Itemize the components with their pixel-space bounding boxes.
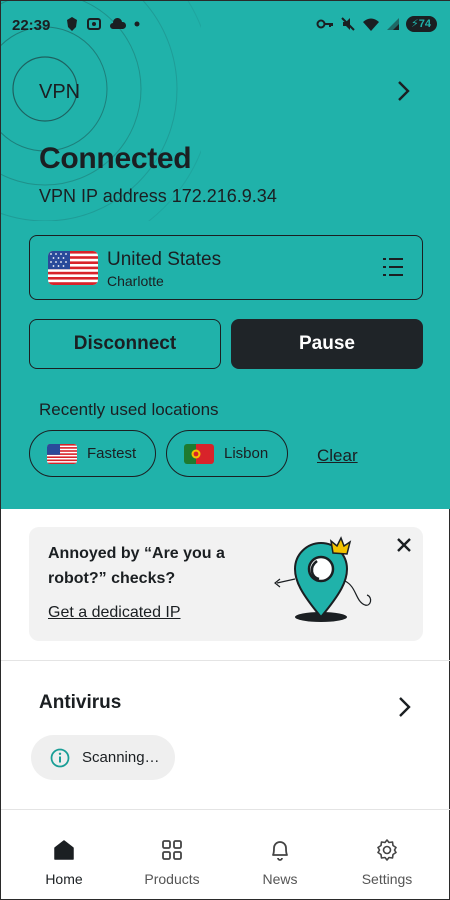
nav-item-news[interactable]: News	[224, 810, 336, 900]
location-city: Charlotte	[107, 273, 164, 289]
location-country: United States	[107, 249, 222, 270]
nav-label: Home	[45, 871, 83, 887]
chip-label: Fastest	[87, 445, 137, 462]
disconnect-button[interactable]: Disconnect	[29, 319, 221, 369]
battery-icon: ⚡74	[406, 16, 437, 32]
status-bar: 22:39 ⚡74	[1, 13, 450, 39]
vpn-ip-address: VPN IP address 172.216.9.34	[39, 186, 277, 206]
bell-icon	[272, 841, 288, 861]
cloud-icon	[110, 17, 127, 29]
battery-level: 74	[418, 18, 431, 30]
key-icon	[316, 19, 334, 29]
nav-label: Products	[144, 871, 200, 887]
nav-item-products[interactable]: Products	[116, 810, 228, 900]
connection-status: Connected	[39, 142, 192, 175]
pause-button[interactable]: Pause	[231, 319, 423, 369]
signal-icon	[387, 18, 400, 30]
section-divider	[1, 660, 450, 661]
status-time: 22:39	[12, 17, 51, 34]
portugal-flag-icon	[184, 443, 214, 464]
bottom-navigation: Home Products News Settings	[1, 810, 450, 900]
antivirus-title: Antivirus	[39, 692, 122, 713]
antivirus-status-badge: Scanning…	[31, 735, 175, 780]
us-flag-icon	[48, 251, 98, 285]
chip-label: Lisbon	[224, 445, 269, 462]
info-icon	[50, 748, 70, 767]
scan-status-text: Scanning…	[82, 749, 160, 766]
us-flag-icon	[47, 443, 77, 464]
shield-icon	[67, 17, 77, 31]
dedicated-ip-link[interactable]: Get a dedicated IP	[48, 604, 181, 622]
chevron-right-icon[interactable]	[391, 79, 415, 103]
chevron-right-icon[interactable]	[392, 695, 416, 719]
recent-location-fastest[interactable]: Fastest	[29, 430, 156, 477]
wifi-icon	[363, 18, 380, 31]
promo-text: Annoyed by “Are you a robot?” checks?	[48, 545, 225, 587]
location-pin-illustration	[274, 536, 372, 622]
mute-icon	[341, 17, 355, 31]
page-title: VPN	[39, 81, 81, 103]
list-icon[interactable]	[382, 257, 404, 277]
clear-recent-link[interactable]: Clear	[317, 446, 358, 466]
close-icon[interactable]	[396, 537, 412, 553]
home-icon	[54, 840, 74, 860]
grid-icon	[162, 840, 182, 860]
dot-icon	[134, 21, 140, 27]
gear-icon	[377, 839, 397, 861]
nav-item-settings[interactable]: Settings	[331, 810, 443, 900]
vpn-hero-panel: 22:39 ⚡74 VPN Connected VPN IP address 1…	[1, 1, 450, 509]
nav-label: Settings	[361, 871, 413, 887]
recent-location-lisbon[interactable]: Lisbon	[166, 430, 288, 477]
nav-item-home[interactable]: Home	[8, 810, 120, 900]
location-selector[interactable]: United States Charlotte	[29, 235, 423, 300]
nav-label: News	[262, 871, 298, 887]
recent-locations-label: Recently used locations	[39, 400, 219, 419]
scan-icon	[87, 18, 101, 30]
dedicated-ip-promo-card: Annoyed by “Are you a robot?” checks? Ge…	[29, 527, 423, 641]
